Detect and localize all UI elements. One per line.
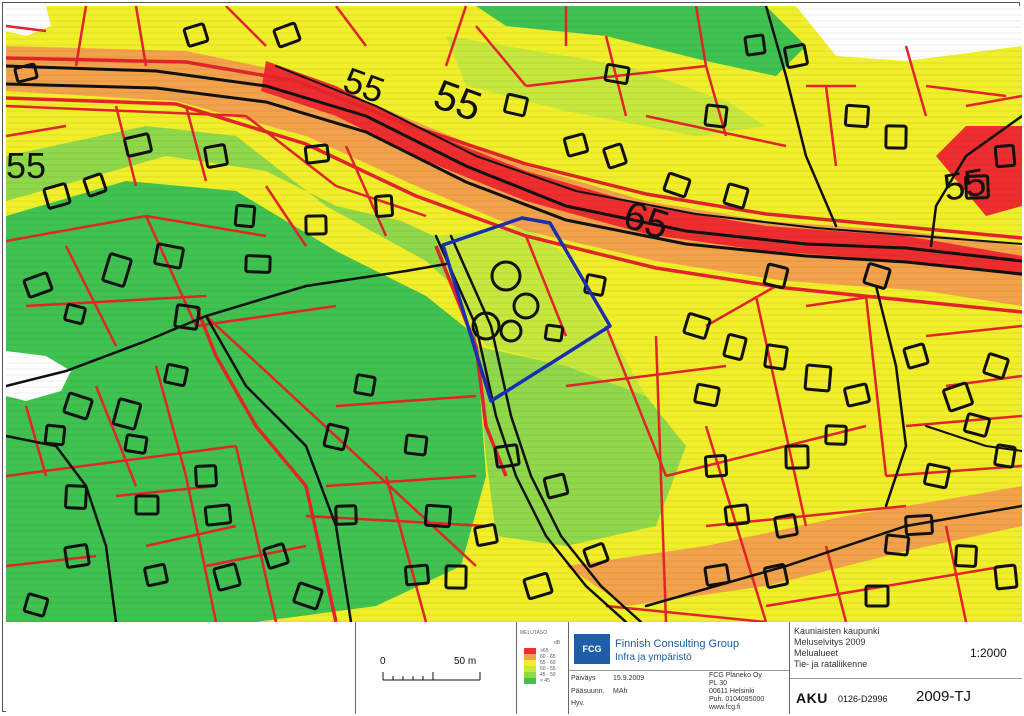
contour-label: 55	[6, 145, 46, 186]
scale-bar-graphic	[382, 672, 481, 681]
project-name: Meluselvitys 2009	[794, 637, 866, 647]
legend-rows: >65 60 - 65 55 - 60 50 - 55 45 - 50 < 45	[524, 648, 566, 688]
project-code: AKU	[796, 690, 828, 706]
company-name: Finnish Consulting Group	[615, 638, 740, 650]
address-line: www.fcg.fi	[709, 704, 741, 711]
date-value: 15.9.2009	[613, 675, 645, 682]
noise-map[interactable]: 55 55 55 65 55	[6, 6, 1022, 623]
map-canvas[interactable]: 55 55 55 65 55	[6, 6, 1022, 622]
address-line: PL 30	[709, 680, 728, 687]
address-line: FCG Planeko Oy	[709, 672, 762, 679]
divider	[355, 622, 356, 714]
approved-label: Hyv.	[571, 700, 585, 707]
date-label: Päiväys	[571, 675, 596, 682]
drawing-code: 2009-TJ	[916, 688, 972, 705]
drawing-subtitle: Tie- ja rataliikenne	[794, 659, 868, 669]
company-block: FCG Finnish Consulting Group Infra ja ym…	[569, 622, 789, 714]
contour-label: 55	[940, 161, 989, 210]
divider	[569, 670, 789, 671]
legend-swatch	[524, 678, 536, 684]
map-sheet: 55 55 55 65 55 0 50 m MELUTASO dB >65 60…	[2, 2, 1022, 714]
legend-unit: dB	[554, 640, 561, 646]
designer-label: Pääsuunn.	[571, 688, 605, 695]
client-name: Kauniaisten kaupunki	[794, 626, 880, 636]
scale-end-label: 50 m	[454, 656, 477, 667]
zone-hatching	[6, 6, 1022, 622]
legend-label: < 45	[540, 678, 550, 684]
drawing-title: Melualueet	[794, 648, 839, 658]
company-subtitle: Infra ja ympäristö	[615, 652, 692, 663]
divider	[790, 678, 1022, 679]
address-line: 00611 Helsinki	[709, 688, 755, 695]
noise-legend: MELUTASO dB >65 60 - 65 55 - 60 50 - 55 45 -…	[518, 628, 566, 712]
drawing-info: Kauniaisten kaupunki Meluselvitys 2009 M…	[790, 622, 1022, 714]
title-block: 0 50 m MELUTASO dB >65 60 - 65 55 - 60 50 -…	[6, 622, 1022, 714]
scale-ratio: 1:2000	[970, 646, 1007, 660]
scale-start-label: 0	[380, 656, 386, 667]
drawing-number: 0126-D2996	[838, 694, 888, 704]
designer-value: MAh	[613, 688, 628, 695]
address-line: Puh. 0104095000	[709, 696, 765, 703]
scale-bar: 0 50 m	[366, 636, 506, 706]
fcg-logo: FCG	[574, 634, 610, 664]
legend-title: MELUTASO	[520, 630, 548, 636]
divider	[516, 622, 517, 714]
